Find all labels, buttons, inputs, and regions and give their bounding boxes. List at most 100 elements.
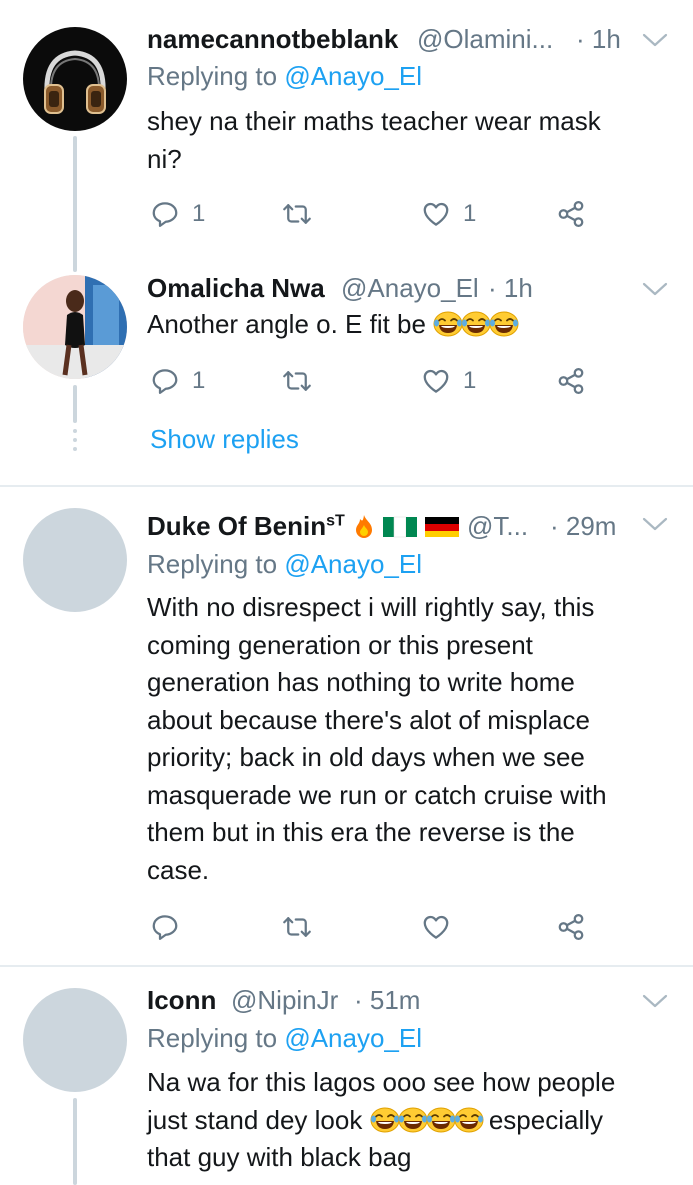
thread-dot (73, 447, 77, 451)
replying-to: Replying to @Anayo_El (147, 549, 422, 580)
replying-to: Replying to @Anayo_El (147, 61, 422, 92)
tweet-text-line: priority; back in old days when we see (147, 742, 585, 772)
like-button[interactable]: 1 (421, 199, 476, 229)
user-handle[interactable]: @NipinJr (231, 985, 338, 1016)
retweet-button[interactable] (282, 912, 312, 942)
tweet-text-segment: especially (488, 1104, 603, 1135)
laughing-emoji-icon (370, 1107, 400, 1133)
like-count: 1 (463, 367, 477, 394)
like-button[interactable]: 1 (421, 366, 476, 396)
like-count: 1 (463, 200, 477, 227)
reply-count: 1 (192, 200, 206, 227)
user-handle[interactable]: @Anayo_El (341, 273, 479, 304)
laughing-emoji-icon (454, 1107, 484, 1133)
laughing-emoji-icon (398, 1107, 428, 1133)
laughing-emoji-icon (461, 311, 491, 337)
replying-to-handle[interactable]: @Anayo_El (284, 1023, 422, 1053)
replying-to-handle[interactable]: @Anayo_El (284, 549, 422, 579)
avatar[interactable] (23, 988, 127, 1092)
retweet-button[interactable] (282, 199, 312, 229)
tweet-text-line: masquerade we run or catch cruise with (147, 779, 607, 810)
heart-icon (421, 912, 451, 942)
divider (0, 485, 693, 487)
timestamp[interactable]: · 51m (354, 985, 420, 1016)
display-name-text: Duke Of Benin (147, 511, 327, 541)
timestamp[interactable]: · 29m (550, 511, 616, 542)
tweet-text-line: Another angle o. E fit be (147, 309, 426, 339)
replying-to-label: Replying to (147, 549, 285, 579)
timestamp[interactable]: · 1h (576, 24, 621, 55)
tweet-text-line: ni? (147, 143, 182, 174)
share-icon (556, 912, 586, 942)
tweet-text-line: With no disrespect i will rightly say, t… (147, 592, 595, 622)
thread-dot (73, 429, 77, 433)
thread-line (73, 136, 77, 272)
user-handle[interactable]: @Olamini... (417, 24, 553, 55)
share-icon (556, 366, 586, 396)
display-name[interactable]: Iconn (147, 985, 216, 1016)
tweet-text-line: generation has nothing to write home (147, 667, 575, 697)
reply-button[interactable] (150, 912, 180, 942)
laughing-emoji-icon (433, 311, 463, 337)
user-handle[interactable]: @T... (467, 511, 528, 542)
share-icon (556, 199, 586, 229)
avatar[interactable] (23, 508, 127, 612)
fire-icon (356, 515, 373, 538)
tweet-text-line: coming generation or this present (147, 629, 533, 660)
laughing-emoji-icon (489, 311, 519, 337)
tweet-text-segment: just stand dey look (147, 1104, 363, 1135)
tweet-text-line: just stand dey look especially (147, 1102, 677, 1140)
avatar[interactable] (23, 27, 127, 131)
retweet-icon (282, 366, 312, 396)
tweet-text-line: case. (147, 854, 210, 885)
germany-flag-icon (424, 517, 459, 537)
tweet-text: With no disrespect i will rightly say, t… (147, 589, 677, 889)
tweet-text-line: Na wa for this lagos ooo see how people (147, 1067, 616, 1097)
thread-line (73, 385, 77, 423)
retweet-button[interactable] (282, 366, 312, 396)
replying-to-label: Replying to (147, 1023, 285, 1053)
laughing-emoji-icon (426, 1107, 456, 1133)
thread-dot (73, 438, 77, 442)
headphones-icon (44, 50, 106, 114)
thread-line (73, 1098, 77, 1185)
replying-to: Replying to @Anayo_El (147, 1023, 422, 1054)
replying-to-handle[interactable]: @Anayo_El (284, 61, 422, 91)
reply-icon (150, 366, 180, 396)
display-name[interactable]: Omalicha Nwa (147, 273, 325, 304)
like-button[interactable] (421, 912, 451, 942)
profile-photo (23, 275, 127, 379)
reply-button[interactable]: 1 (150, 366, 205, 396)
chevron-down-icon[interactable] (641, 515, 669, 533)
chevron-down-icon[interactable] (641, 280, 669, 298)
avatar[interactable] (23, 275, 127, 379)
divider (0, 965, 693, 967)
share-button[interactable] (556, 199, 586, 229)
show-replies-link[interactable]: Show replies (150, 424, 299, 455)
reply-count: 1 (192, 367, 206, 394)
tweet-text-line: them but in this era the reverse is the (147, 817, 575, 847)
tweet-text-line: that guy with black bag (147, 1142, 412, 1172)
heart-icon (421, 199, 451, 229)
heart-icon (421, 366, 451, 396)
tweet-text: Na wa for this lagos ooo see how people … (147, 1064, 677, 1177)
timestamp[interactable]: · 1h (488, 273, 533, 304)
retweet-icon (282, 912, 312, 942)
display-name-suffix: sT (326, 512, 345, 530)
chevron-down-icon[interactable] (641, 992, 669, 1010)
display-name[interactable]: namecannotbeblank (147, 24, 398, 55)
reply-icon (150, 912, 180, 942)
retweet-icon (282, 199, 312, 229)
tweet-text: shey na their maths teacher wear mask ni… (147, 103, 677, 178)
chevron-down-icon[interactable] (641, 31, 669, 49)
replying-to-label: Replying to (147, 61, 285, 91)
nigeria-flag-icon (383, 516, 418, 538)
tweet-text: Another angle o. E fit be (147, 306, 677, 344)
tweet-text-line: shey na their maths teacher wear mask (147, 106, 601, 136)
reply-icon (150, 199, 180, 229)
reply-button[interactable]: 1 (150, 199, 205, 229)
share-button[interactable] (556, 366, 586, 396)
share-button[interactable] (556, 912, 586, 942)
display-name[interactable]: Duke Of BeninsT (147, 511, 459, 542)
tweet-text-line: about because there's alot of misplace (147, 704, 590, 735)
